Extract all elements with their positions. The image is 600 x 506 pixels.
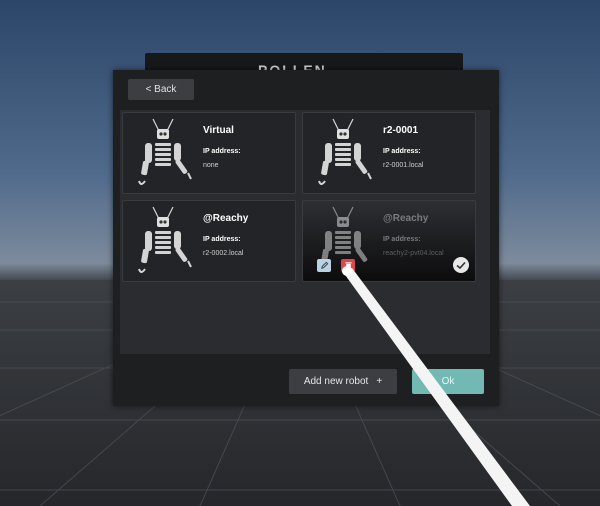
robot-name: @Reachy [383, 213, 429, 224]
edit-robot-button[interactable] [317, 259, 331, 272]
robot-list: Virtual IP address: none r2-0001 IP addr… [120, 110, 490, 354]
robot-name: @Reachy [203, 213, 249, 224]
selected-check-icon [453, 257, 469, 273]
ip-address-label: IP address: [383, 148, 421, 155]
ip-address-value: none [203, 162, 219, 169]
add-new-robot-label: Add new robot [303, 376, 369, 387]
robot-icon [318, 118, 372, 185]
robot-selection-panel: < Back Virtual IP address: none r2-0001 … [113, 70, 499, 406]
trash-icon [344, 262, 352, 270]
ip-address-label: IP address: [203, 236, 241, 243]
robot-name: r2-0001 [383, 125, 419, 136]
ip-address-value: reachy2-pvt04.local [383, 250, 444, 257]
ok-button[interactable]: Ok [412, 369, 484, 394]
pencil-icon [320, 261, 328, 269]
ip-address-value: r2-0002.local [203, 250, 244, 257]
robot-name: Virtual [203, 125, 234, 136]
ip-address-label: IP address: [383, 236, 421, 243]
robot-card-reachy-r2-0002[interactable]: @Reachy IP address: r2-0002.local [122, 200, 296, 282]
robot-card-virtual[interactable]: Virtual IP address: none [122, 112, 296, 194]
ip-address-value: r2-0001.local [383, 162, 424, 169]
robot-icon [138, 118, 192, 185]
ip-address-label: IP address: [203, 148, 241, 155]
robot-icon [138, 206, 192, 273]
back-button[interactable]: < Back [128, 79, 194, 100]
delete-robot-button[interactable] [341, 259, 355, 272]
add-new-robot-button[interactable]: Add new robot + [289, 369, 397, 394]
plus-icon: + [376, 376, 383, 387]
robot-card-reachy-selected[interactable]: @Reachy IP address: reachy2-pvt04.local [302, 200, 476, 282]
robot-card-r2-0001[interactable]: r2-0001 IP address: r2-0001.local [302, 112, 476, 194]
